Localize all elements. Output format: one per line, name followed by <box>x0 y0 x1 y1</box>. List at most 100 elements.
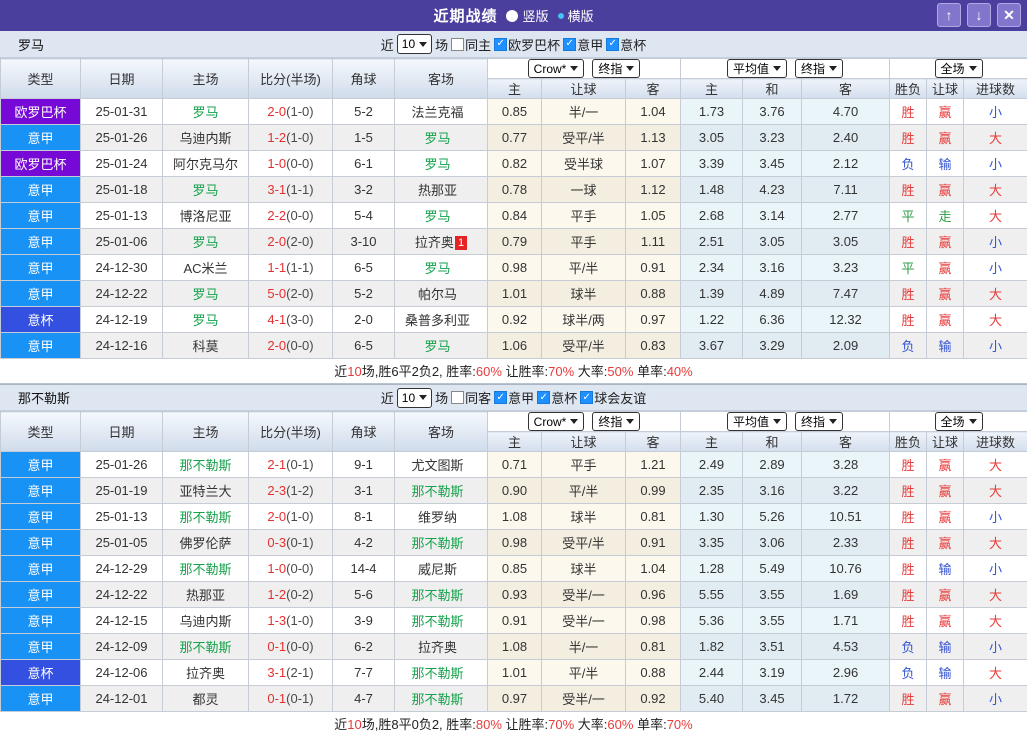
home-team-cell: 博洛尼亚 <box>163 203 249 229</box>
away-team-cell: 那不勒斯 <box>395 478 488 504</box>
goals-result-cell: 小 <box>964 151 1027 177</box>
away-team-cell: 桑普多利亚 <box>395 307 488 333</box>
crow-home-odds-cell: 1.08 <box>488 504 542 530</box>
filter-label: 同客 <box>465 388 491 407</box>
crow-away-odds-cell: 1.05 <box>626 203 681 229</box>
goals-result-cell: 大 <box>964 203 1027 229</box>
fulltime-select[interactable]: 全场 <box>935 412 983 431</box>
layout-option-vertical[interactable]: 竖版 <box>506 6 548 25</box>
score-cell: 2-0(2-0) <box>249 229 333 255</box>
score-cell: 2-3(1-2) <box>249 478 333 504</box>
handicap-result-cell: 输 <box>927 333 964 359</box>
avg-final-odds-select[interactable]: 终指 <box>795 59 843 78</box>
chevron-down-icon <box>570 66 578 71</box>
goals-result-cell: 大 <box>964 452 1027 478</box>
date-cell: 25-01-26 <box>81 125 163 151</box>
away-team-cell: 那不勒斯 <box>395 530 488 556</box>
handicap-result-cell: 赢 <box>927 255 964 281</box>
col-header-handicap-result: 让球 <box>927 79 964 99</box>
match-row: 意甲 25-01-13 那不勒斯 2-0(1-0) 8-1 维罗纳 1.08 球… <box>1 504 1027 530</box>
match-row: 意甲 24-12-22 热那亚 1-2(0-2) 5-6 那不勒斯 0.93 受… <box>1 582 1027 608</box>
filter-checkbox-意杯[interactable]: ✓ <box>606 38 619 51</box>
avg-away-odds-cell: 7.47 <box>802 281 890 307</box>
avg-home-odds-cell: 1.22 <box>681 307 743 333</box>
layout-option-horizontal[interactable]: 横版 <box>558 6 594 25</box>
filter-checkbox-意甲[interactable]: ✓ <box>494 391 507 404</box>
near-label: 近 <box>381 35 394 54</box>
avg-draw-odds-cell: 3.05 <box>743 229 802 255</box>
match-row: 意甲 24-12-15 乌迪内斯 1-3(1-0) 3-9 那不勒斯 0.91 … <box>1 608 1027 634</box>
avg-home-odds-cell: 2.44 <box>681 660 743 686</box>
filter-checkbox-同主[interactable] <box>451 38 464 51</box>
col-header-winloss: 胜负 <box>890 79 927 99</box>
crow-handicap-cell: 球半 <box>542 281 626 307</box>
avg-final-odds-select[interactable]: 终指 <box>795 412 843 431</box>
bookmaker-select[interactable]: Crow* <box>528 59 585 78</box>
chevron-down-icon <box>773 419 781 424</box>
winloss-result-cell: 胜 <box>890 452 927 478</box>
filter-checkbox-同客[interactable] <box>451 391 464 404</box>
home-team-cell: 佛罗伦萨 <box>163 530 249 556</box>
crow-handicap-cell: 受平/半 <box>542 333 626 359</box>
filter-checkbox-意杯[interactable]: ✓ <box>537 391 550 404</box>
filter-label: 意甲 <box>577 35 603 54</box>
match-count-select[interactable]: 10 <box>397 388 432 408</box>
away-badge: 1 <box>455 236 467 250</box>
home-team-cell: 拉齐奥 <box>163 660 249 686</box>
avg-home-odds-cell: 1.28 <box>681 556 743 582</box>
home-team-cell: 乌迪内斯 <box>163 608 249 634</box>
col-header-home: 主场 <box>163 59 249 99</box>
goals-result-cell: 小 <box>964 556 1027 582</box>
league-cell: 意甲 <box>1 177 81 203</box>
bookmaker-select[interactable]: Crow* <box>528 412 585 431</box>
goals-result-cell: 大 <box>964 307 1027 333</box>
results-table: 类型 日期 主场 比分(半场) 角球 客场 Crow* 终指 平均值 <box>0 411 1027 712</box>
col-header-score: 比分(半场) <box>249 412 333 452</box>
move-up-button[interactable]: ↑ <box>937 3 961 27</box>
avg-home-odds-cell: 2.51 <box>681 229 743 255</box>
avg-home-odds-cell: 3.39 <box>681 151 743 177</box>
average-odds-select[interactable]: 平均值 <box>727 59 787 78</box>
filter-checkbox-球会友谊[interactable]: ✓ <box>580 391 593 404</box>
chevron-down-icon <box>626 419 634 424</box>
crow-home-odds-cell: 0.79 <box>488 229 542 255</box>
fulltime-select[interactable]: 全场 <box>935 59 983 78</box>
filter-checkbox-意甲[interactable]: ✓ <box>563 38 576 51</box>
avg-away-odds-cell: 2.77 <box>802 203 890 229</box>
handicap-result-cell: 输 <box>927 634 964 660</box>
crow-home-odds-cell: 0.98 <box>488 255 542 281</box>
away-team-cell: 威尼斯 <box>395 556 488 582</box>
match-count-select[interactable]: 10 <box>397 34 432 54</box>
avg-away-odds-cell: 4.53 <box>802 634 890 660</box>
avg-draw-odds-cell: 3.19 <box>743 660 802 686</box>
league-cell: 意甲 <box>1 452 81 478</box>
handicap-result-cell: 赢 <box>927 608 964 634</box>
crow-away-odds-cell: 0.81 <box>626 504 681 530</box>
close-button[interactable]: ✕ <box>997 3 1021 27</box>
radio-unselected-icon[interactable] <box>558 13 564 19</box>
match-row: 意甲 24-12-01 都灵 0-1(0-1) 4-7 那不勒斯 0.97 受半… <box>1 686 1027 712</box>
avg-draw-odds-cell: 3.16 <box>743 255 802 281</box>
crow-final-odds-select[interactable]: 终指 <box>592 412 640 431</box>
match-row: 意甲 24-12-16 科莫 2-0(0-0) 6-5 罗马 1.06 受平/半… <box>1 333 1027 359</box>
radio-selected-icon[interactable] <box>506 10 518 22</box>
filter-checkbox-欧罗巴杯[interactable]: ✓ <box>494 38 507 51</box>
winloss-result-cell: 平 <box>890 203 927 229</box>
score-cell: 2-0(0-0) <box>249 333 333 359</box>
date-cell: 25-01-06 <box>81 229 163 255</box>
date-cell: 24-12-22 <box>81 582 163 608</box>
crow-home-odds-cell: 0.85 <box>488 556 542 582</box>
radio-horizontal-label: 横版 <box>568 6 594 25</box>
filter-label: 意杯 <box>551 388 577 407</box>
col-header-avg-home: 主 <box>681 432 743 452</box>
score-cell: 2-0(1-0) <box>249 99 333 125</box>
away-team-cell: 罗马 <box>395 125 488 151</box>
move-down-button[interactable]: ↓ <box>967 3 991 27</box>
crow-home-odds-cell: 0.82 <box>488 151 542 177</box>
score-cell: 1-0(0-0) <box>249 151 333 177</box>
crow-final-odds-select[interactable]: 终指 <box>592 59 640 78</box>
crow-home-odds-cell: 1.06 <box>488 333 542 359</box>
average-odds-select[interactable]: 平均值 <box>727 412 787 431</box>
crow-handicap-cell: 平/半 <box>542 660 626 686</box>
avg-away-odds-cell: 10.76 <box>802 556 890 582</box>
